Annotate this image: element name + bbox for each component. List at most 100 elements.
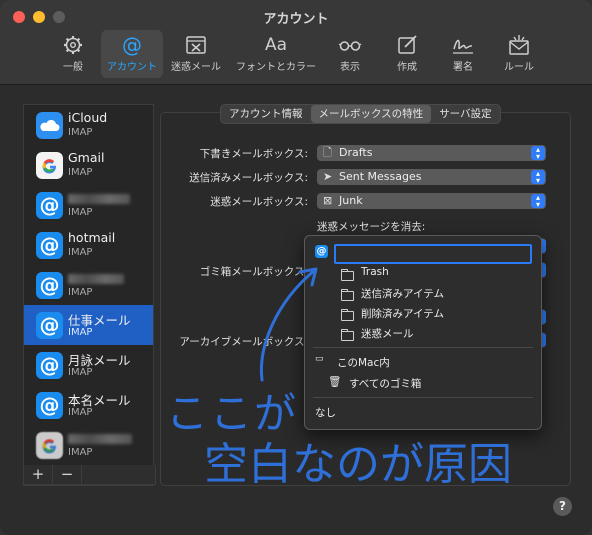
account-tabs: アカウント情報 メールボックスの特性 サーバ設定 — [220, 104, 501, 124]
toolbar-junk[interactable]: 迷惑メール — [166, 30, 226, 78]
account-row-hotmail[interactable]: @ hotmail IMAP — [24, 225, 153, 265]
menu-item-on-my-mac[interactable]: このMac内 — [337, 355, 390, 370]
menu-separator — [313, 397, 533, 398]
mailbox-dropdown-menu: @ Trash 送信済みアイテム 削除済みアイテム 迷惑メール ▭ このMac内… — [304, 235, 542, 430]
at-icon: @ — [36, 232, 63, 259]
annotation-text-line2: 空白なのが原因 — [204, 439, 512, 490]
signature-icon — [453, 39, 473, 54]
icloud-icon — [36, 112, 63, 139]
toolbar-signatures[interactable]: 署名 — [441, 30, 485, 78]
document-icon: 🗋 — [323, 146, 332, 159]
at-icon: @ — [36, 352, 63, 379]
preferences-toolbar: 一般 @ アカウント 迷惑メール Aa フォントとカラー 表示 作成 署名 ルー… — [0, 30, 592, 80]
junk-tray-icon — [186, 36, 206, 54]
drafts-mailbox-popup[interactable]: 🗋 Drafts ▴ ▾ — [317, 145, 546, 161]
menu-item-none[interactable]: なし — [315, 405, 336, 420]
drafts-mailbox-value: Drafts — [339, 146, 373, 159]
gear-icon — [64, 36, 82, 54]
at-icon: @ — [36, 392, 63, 419]
at-icon: @ — [122, 34, 142, 56]
folder-icon — [341, 329, 354, 341]
account-row-gmail[interactable]: Gmail IMAP — [24, 145, 153, 185]
account-row-tsukuyomi-mail[interactable]: @ 月詠メール IMAP — [24, 345, 153, 385]
menu-item-deleted-items[interactable]: 削除済みアイテム — [361, 306, 444, 321]
toolbar-composing[interactable]: 作成 — [385, 30, 429, 78]
chevron-updown-icon: ▴ ▾ — [531, 170, 545, 185]
junk-tray-icon: ⊠ — [323, 194, 333, 207]
junk-mailbox-value: Junk — [339, 194, 363, 207]
paper-plane-icon: ➤ — [323, 170, 333, 183]
trash-can-icon: 🗑 — [328, 376, 342, 388]
account-type: IMAP — [68, 207, 93, 218]
help-button[interactable]: ? — [553, 497, 572, 516]
svg-text:@: @ — [122, 34, 142, 56]
rules-envelope-icon — [509, 35, 529, 55]
erase-junk-label: 迷惑メッセージを消去: — [317, 221, 426, 233]
preferences-window: アカウント 一般 @ アカウント 迷惑メール Aa フォントとカラー 表示 作成… — [0, 0, 592, 535]
title-bar: アカウント 一般 @ アカウント 迷惑メール Aa フォントとカラー 表示 作成… — [0, 0, 592, 85]
at-icon: @ — [36, 272, 63, 299]
folder-icon — [341, 289, 354, 301]
chevron-updown-icon: ▴ ▾ — [531, 146, 545, 161]
sent-mailbox-value: Sent Messages — [339, 170, 422, 183]
glasses-icon — [338, 41, 362, 51]
tab-account-info[interactable]: アカウント情報 — [221, 105, 311, 123]
toolbar-composing-label: 作成 — [397, 62, 417, 73]
account-mailbox-item-empty[interactable] — [334, 244, 532, 264]
toolbar-general[interactable]: 一般 — [52, 30, 94, 78]
toolbar-rules-label: ルール — [504, 62, 534, 73]
menu-item-trash[interactable]: Trash — [361, 266, 389, 278]
remove-account-button[interactable]: − — [53, 465, 82, 484]
account-type: IMAP — [68, 287, 93, 298]
account-name-redacted — [68, 430, 132, 445]
toolbar-signatures-label: 署名 — [453, 62, 473, 73]
account-type: IMAP — [68, 327, 93, 338]
at-icon: @ — [36, 192, 63, 219]
tab-mailbox-behaviors[interactable]: メールボックスの特性 — [310, 105, 432, 123]
account-name: hotmail — [68, 230, 116, 245]
account-row-icloud[interactable]: iCloud IMAP — [24, 105, 153, 145]
menu-item-junk-mail[interactable]: 迷惑メール — [361, 326, 414, 341]
account-name: Gmail — [68, 150, 105, 165]
account-type: IMAP — [68, 127, 93, 138]
font-icon: Aa — [264, 35, 288, 55]
toolbar-fonts-colors[interactable]: Aa フォントとカラー — [232, 30, 320, 78]
gmail-icon — [36, 152, 63, 179]
drafts-mailbox-label: 下書きメールボックス: — [199, 148, 308, 160]
sent-mailbox-popup[interactable]: ➤ Sent Messages ▴ ▾ — [317, 169, 546, 185]
toolbar-rules[interactable]: ルール — [497, 30, 541, 78]
gmail-icon — [36, 432, 63, 459]
account-row-redacted-2[interactable]: @ IMAP — [24, 265, 153, 305]
account-type: IMAP — [68, 407, 93, 418]
toolbar-fonts-colors-label: フォントとカラー — [236, 62, 316, 73]
junk-mailbox-label: 迷惑メールボックス: — [210, 196, 308, 208]
account-row-real-name-mail[interactable]: @ 本名メール IMAP — [24, 385, 153, 425]
account-row-redacted-1[interactable]: @ IMAP — [24, 185, 153, 225]
account-name-redacted — [68, 190, 130, 205]
folder-icon — [341, 269, 354, 281]
menu-separator — [313, 347, 533, 348]
toolbar-viewing-label: 表示 — [340, 62, 360, 73]
toolbar-junk-label: 迷惑メール — [171, 62, 221, 73]
menu-item-all-trash[interactable]: すべてのゴミ箱 — [349, 376, 421, 391]
account-type: IMAP — [68, 167, 93, 178]
account-row-work-mail[interactable]: @ 仕事メール IMAP — [24, 305, 153, 345]
folder-icon — [341, 309, 354, 321]
account-type: IMAP — [68, 247, 93, 258]
at-icon: @ — [315, 245, 328, 258]
toolbar-accounts-label: アカウント — [107, 62, 157, 73]
menu-item-sent-items[interactable]: 送信済みアイテム — [361, 286, 444, 301]
tab-server-settings[interactable]: サーバ設定 — [431, 105, 499, 123]
compose-icon — [398, 35, 417, 54]
account-row-redacted-3[interactable]: IMAP — [24, 425, 153, 465]
account-type: IMAP — [68, 447, 93, 458]
junk-mailbox-popup[interactable]: ⊠ Junk ▴ ▾ — [317, 193, 546, 209]
toolbar-general-label: 一般 — [63, 62, 83, 73]
window-title: アカウント — [263, 12, 329, 27]
accounts-list-controls: + − — [23, 465, 156, 485]
sent-mailbox-label: 送信済みメールボックス: — [189, 172, 308, 184]
add-account-button[interactable]: + — [24, 465, 53, 484]
toolbar-viewing[interactable]: 表示 — [328, 30, 372, 78]
account-name: iCloud — [68, 110, 108, 125]
toolbar-accounts[interactable]: @ アカウント — [101, 30, 163, 78]
